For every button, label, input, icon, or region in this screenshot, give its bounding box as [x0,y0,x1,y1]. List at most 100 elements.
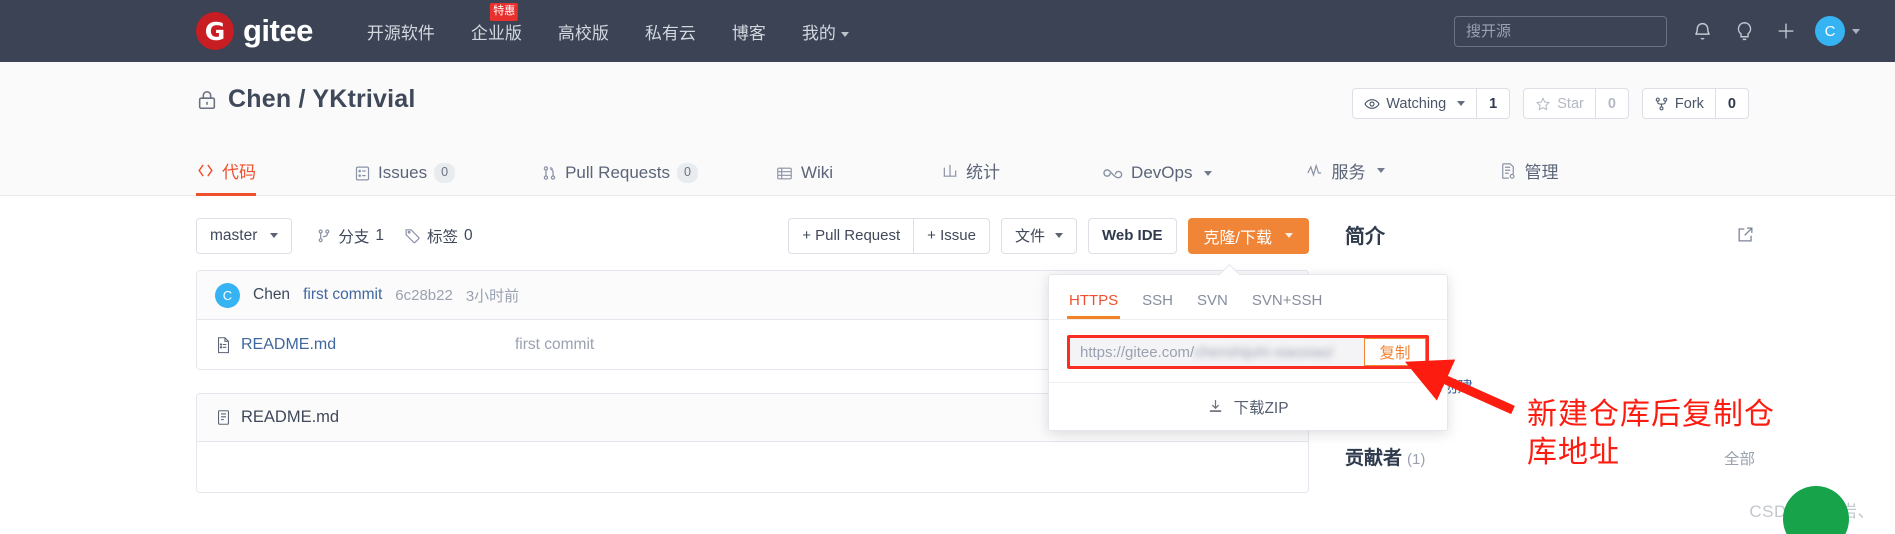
branch-selector[interactable]: master [196,217,293,254]
tab-label: Wiki [800,163,834,182]
page-title[interactable]: Chen / YKtrivial [228,85,416,114]
clone-tab-ssh[interactable]: SSH [1142,292,1173,319]
star-button-group: Star 0 [1523,88,1629,119]
files-label: 文件 [1014,228,1045,245]
branch-icon [316,227,332,244]
commit-author[interactable]: Chen [253,286,290,304]
chart-icon [941,162,959,179]
clone-url-input[interactable]: https://gitee.com/chenshijuhi-xiaoxiao/ [1070,338,1364,366]
tab-pull-requests[interactable]: Pull Requests 0 [541,163,698,196]
avatar[interactable]: C [1815,16,1845,46]
top-navigation-bar: G gitee 开源软件 特惠 企业版 高校版 私有云 博客 我的 搜开源 C [0,0,1895,62]
lock-icon [196,88,218,112]
code-toolbar: master 分支 1 标签 0 + Pull Request + Issue … [196,217,1309,254]
nav-link-label: 私有云 [644,23,696,43]
tags-label: 标签 [427,228,459,246]
tab-issues[interactable]: Issues 0 [354,163,456,196]
tab-statistics[interactable]: 统计 [941,158,1000,196]
repository-header: Chen / YKtrivial Watching 1 Star 0 Fork … [0,62,1895,196]
main-content: master 分支 1 标签 0 + Pull Request + Issue … [0,196,1895,534]
new-pull-request-button[interactable]: + Pull Request [788,217,914,254]
star-button[interactable]: Star [1524,89,1595,118]
tab-label: 管理 [1524,163,1559,182]
tags-count: 0 [464,226,473,244]
branch-label: master [210,226,258,244]
chevron-down-icon [1457,101,1466,106]
nav-link-private-cloud[interactable]: 私有云 [627,19,714,44]
clone-download-button[interactable]: 克隆/下载 [1187,217,1309,254]
clone-protocol-tabs: HTTPS SSH SVN SVN+SSH [1049,275,1447,320]
readme-body [197,442,1308,492]
file-name-label: README.md [241,335,337,353]
branches-link[interactable]: 分支 1 [316,225,384,247]
chevron-down-icon [1204,170,1213,176]
nav-badge-promo: 特惠 [490,2,519,21]
clone-tab-https[interactable]: HTTPS [1066,292,1121,319]
watch-count[interactable]: 1 [1476,89,1509,118]
nav-link-university[interactable]: 高校版 [540,19,627,44]
nav-link-opensource[interactable]: 开源软件 [349,19,453,44]
nav-link-blog[interactable]: 博客 [714,19,784,44]
copy-url-button[interactable]: 复制 [1364,338,1426,366]
clone-url-row: https://gitee.com/chenshijuhi-xiaoxiao/ … [1049,320,1447,382]
watch-button-group: Watching 1 [1352,88,1511,119]
clone-url-field-wrapper: https://gitee.com/chenshijuhi-xiaoxiao/ … [1067,335,1429,369]
code-icon [196,161,215,180]
tab-label: 统计 [966,163,1001,182]
tab-services[interactable]: 服务 [1305,158,1386,196]
repository-action-buttons: Watching 1 Star 0 Fork 0 [1352,88,1749,119]
tags-link[interactable]: 标签 0 [404,225,473,247]
avatar: C [215,282,240,308]
gitee-repository-page: G gitee 开源软件 特惠 企业版 高校版 私有云 博客 我的 搜开源 C … [0,0,1895,534]
chevron-down-icon[interactable] [1852,28,1860,34]
tab-manage[interactable]: 管理 [1499,158,1558,196]
plus-icon[interactable] [1765,11,1807,51]
edit-icon[interactable] [1736,225,1755,244]
clone-tab-svn[interactable]: SVN [1197,292,1228,319]
clone-download-dropdown: HTTPS SSH SVN SVN+SSH https://gitee.com/… [1048,274,1448,431]
code-toolbar-actions: + Pull Request + Issue 文件 Web IDE 克隆/下载 [788,217,1309,254]
bell-icon[interactable] [1681,11,1723,51]
new-issue-button[interactable]: + Issue [913,217,990,254]
wiki-icon [775,165,794,182]
tab-devops[interactable]: DevOps [1102,163,1213,196]
readme-title: README.md [241,408,340,426]
gitee-logo-text: gitee [243,13,313,48]
commit-sha[interactable]: 6c28b22 [395,287,453,304]
nav-link-enterprise[interactable]: 特惠 企业版 [453,2,540,44]
tab-code[interactable]: 代码 [196,158,256,196]
fork-button[interactable]: Fork [1643,89,1715,118]
download-zip-button[interactable]: 下载ZIP [1049,382,1447,430]
tab-label: 服务 [1331,163,1366,182]
nav-link-label: 开源软件 [366,23,435,43]
commit-message[interactable]: first commit [303,286,382,304]
gitee-logo-mark: G [196,12,234,50]
lightbulb-icon[interactable] [1723,11,1765,51]
web-ide-button[interactable]: Web IDE [1087,217,1177,254]
clone-tab-svn-ssh[interactable]: SVN+SSH [1252,292,1322,319]
repo-owner: Chen [228,85,292,113]
tag-icon [404,227,421,244]
star-label: Star [1557,95,1584,112]
pull-request-icon [541,164,558,182]
nav-link-mine[interactable]: 我的 [784,19,867,44]
watch-button[interactable]: Watching [1353,89,1476,118]
settings-doc-icon [1499,162,1517,180]
primary-nav-links: 开源软件 特惠 企业版 高校版 私有云 博客 我的 [349,2,867,44]
repository-title-row: Chen / YKtrivial [196,85,416,114]
download-icon [1207,398,1224,415]
fork-count[interactable]: 0 [1714,89,1748,118]
tab-wiki[interactable]: Wiki [775,163,833,196]
chevron-down-icon [270,233,279,238]
star-count[interactable]: 0 [1594,89,1628,118]
chevron-down-icon [1054,233,1063,238]
chevron-down-icon [1285,233,1293,238]
file-link[interactable]: README.md [215,335,515,354]
search-input[interactable] [1454,15,1667,47]
file-commit-message: first commit [515,335,595,353]
files-dropdown-button[interactable]: 文件 [1000,217,1077,254]
watch-label: Watching [1386,95,1447,112]
gitee-logo[interactable]: G gitee [196,12,313,50]
branches-count: 1 [375,226,385,244]
clone-label: 克隆/下载 [1203,229,1272,247]
